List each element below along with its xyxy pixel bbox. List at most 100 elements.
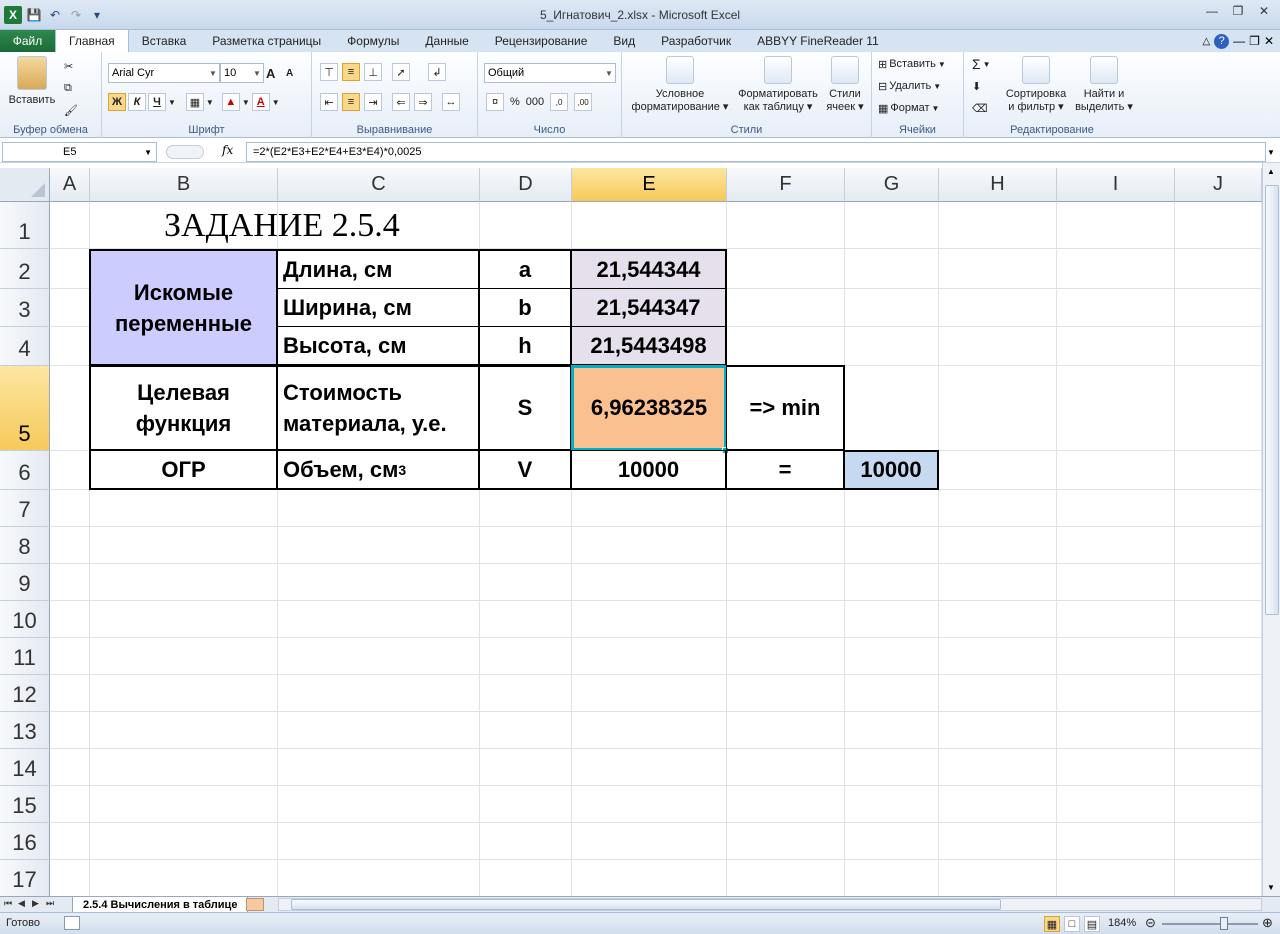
row-header-3[interactable]: 3: [0, 289, 50, 327]
tab-file[interactable]: Файл: [0, 30, 55, 52]
cell-B2-variables[interactable]: Искомые переменные: [89, 249, 278, 366]
cell-B6[interactable]: ОГР: [89, 450, 278, 490]
merge-center-icon[interactable]: ↔: [442, 93, 460, 111]
decrease-decimal-icon[interactable]: ,00: [574, 93, 593, 111]
cell-C2[interactable]: Длина, см: [277, 249, 480, 289]
row-header-2[interactable]: 2: [0, 249, 50, 289]
row-header-5[interactable]: 5: [0, 366, 50, 451]
clear-icon[interactable]: ⌫: [972, 98, 988, 118]
cell-C6[interactable]: Объем, см 3: [277, 450, 480, 490]
row-header-1[interactable]: 1: [0, 202, 50, 249]
horizontal-scroll-thumb[interactable]: [291, 899, 1001, 910]
delete-cells-button[interactable]: ⊟ Удалить ▼: [878, 76, 941, 96]
format-painter-icon[interactable]: 🖌: [64, 100, 78, 120]
cell-E6[interactable]: 10000: [571, 450, 727, 490]
column-header-E[interactable]: E: [572, 168, 727, 202]
column-header-D[interactable]: D: [480, 168, 572, 202]
decrease-indent-icon[interactable]: ⇐: [392, 93, 410, 111]
column-header-C[interactable]: C: [278, 168, 480, 202]
formula-bar-splitter[interactable]: [166, 145, 204, 159]
column-header-I[interactable]: I: [1057, 168, 1175, 202]
zoom-level[interactable]: 184%: [1108, 917, 1136, 929]
column-header-G[interactable]: G: [845, 168, 939, 202]
grow-font-button[interactable]: A: [266, 63, 275, 83]
font-size-combo[interactable]: 10 ▼: [220, 63, 264, 83]
minimize-icon[interactable]: —: [1200, 2, 1224, 20]
tab-formulas[interactable]: Формулы: [334, 30, 412, 52]
cell-C3[interactable]: Ширина, см: [277, 288, 480, 327]
formula-input[interactable]: =2*(E2*E3+E2*E4+E3*E4)*0,0025: [246, 142, 1266, 162]
cell-D4[interactable]: h: [479, 326, 572, 366]
cell-E4[interactable]: 21,5443498: [571, 326, 727, 366]
fill-icon[interactable]: ⬇: [972, 76, 981, 96]
cell-F6[interactable]: =: [726, 450, 845, 490]
number-format-combo[interactable]: Общий ▼: [484, 63, 616, 83]
cell-D2[interactable]: a: [479, 249, 572, 289]
close-icon[interactable]: ✕: [1252, 2, 1276, 20]
name-box[interactable]: E5 ▼: [2, 142, 157, 162]
cell-D6[interactable]: V: [479, 450, 572, 490]
column-header-H[interactable]: H: [939, 168, 1057, 202]
cell-F5[interactable]: => min: [726, 365, 845, 451]
row-header-15[interactable]: 15: [0, 786, 50, 823]
sort-filter-button[interactable]: Сортировка и фильтр ▾: [1002, 56, 1070, 114]
tab-data[interactable]: Данные: [412, 30, 481, 52]
align-bottom-icon[interactable]: ⊥: [364, 63, 382, 81]
select-all-corner[interactable]: [0, 168, 50, 202]
help-icon[interactable]: ?: [1214, 33, 1230, 49]
tab-page-layout[interactable]: Разметка страницы: [199, 30, 334, 52]
zoom-in-icon[interactable]: ⊕: [1262, 915, 1273, 931]
font-name-combo[interactable]: Arial Cyr ▼: [108, 63, 220, 83]
chevron-down-icon[interactable]: ▼: [242, 98, 250, 107]
tab-home[interactable]: Главная: [55, 29, 129, 52]
insert-sheet-icon[interactable]: [246, 898, 264, 911]
cell-E2[interactable]: 21,544344: [571, 249, 727, 289]
insert-function-icon[interactable]: fx: [222, 143, 233, 157]
row-header-4[interactable]: 4: [0, 327, 50, 366]
row-header-12[interactable]: 12: [0, 675, 50, 712]
align-center-icon[interactable]: ≡: [342, 93, 360, 111]
cell-D3[interactable]: b: [479, 288, 572, 327]
tab-review[interactable]: Рецензирование: [482, 30, 601, 52]
chevron-down-icon[interactable]: ▼: [206, 98, 214, 107]
restore-icon[interactable]: ❐: [1226, 2, 1250, 20]
doc-close-icon[interactable]: ✕: [1264, 34, 1274, 48]
wrap-text-icon[interactable]: ↲: [428, 63, 446, 81]
cell-E3[interactable]: 21,544347: [571, 288, 727, 327]
insert-cells-button[interactable]: ⊞ Вставить ▼: [878, 54, 946, 74]
font-color-button[interactable]: A: [251, 93, 270, 111]
row-header-11[interactable]: 11: [0, 638, 50, 675]
chevron-down-icon[interactable]: ▼: [272, 98, 280, 107]
expand-formula-icon[interactable]: ▼: [1264, 143, 1278, 161]
row-header-8[interactable]: 8: [0, 527, 50, 564]
row-header-9[interactable]: 9: [0, 564, 50, 601]
borders-icon[interactable]: ▦: [185, 93, 204, 111]
row-header-6[interactable]: 6: [0, 451, 50, 490]
conditional-formatting-button[interactable]: Условное форматирование ▾: [628, 56, 732, 114]
align-left-icon[interactable]: ⇤: [320, 93, 338, 111]
find-select-button[interactable]: Найти и выделить ▾: [1072, 56, 1136, 114]
vertical-scroll-thumb[interactable]: [1265, 185, 1279, 615]
align-right-icon[interactable]: ⇥: [364, 93, 382, 111]
underline-button[interactable]: Ч: [148, 93, 166, 111]
tab-developer[interactable]: Разработчик: [648, 30, 744, 52]
thousands-button[interactable]: 000: [526, 96, 544, 108]
row-header-7[interactable]: 7: [0, 490, 50, 527]
page-layout-view-icon[interactable]: □: [1064, 916, 1080, 932]
prev-sheet-icon[interactable]: ◀: [18, 898, 25, 909]
format-cells-button[interactable]: ▦ Формат ▼: [878, 98, 939, 118]
increase-indent-icon[interactable]: ⇒: [414, 93, 432, 111]
column-header-J[interactable]: J: [1175, 168, 1262, 202]
doc-restore-icon[interactable]: ❐: [1249, 34, 1260, 48]
column-header-F[interactable]: F: [727, 168, 845, 202]
cell-C5-cost[interactable]: Стоимость материала, у.е.: [277, 365, 480, 451]
zoom-slider[interactable]: [1162, 923, 1258, 925]
tab-abbyy[interactable]: ABBYY FineReader 11: [744, 30, 892, 52]
scroll-up-icon[interactable]: ▲: [1267, 167, 1275, 176]
bold-button[interactable]: Ж: [108, 93, 126, 111]
cell-styles-button[interactable]: Стили ячеек ▾: [822, 56, 868, 114]
row-header-13[interactable]: 13: [0, 712, 50, 749]
chevron-down-icon[interactable]: ▼: [168, 98, 176, 107]
page-break-view-icon[interactable]: ▤: [1084, 916, 1100, 932]
cell-D5[interactable]: S: [479, 365, 572, 451]
